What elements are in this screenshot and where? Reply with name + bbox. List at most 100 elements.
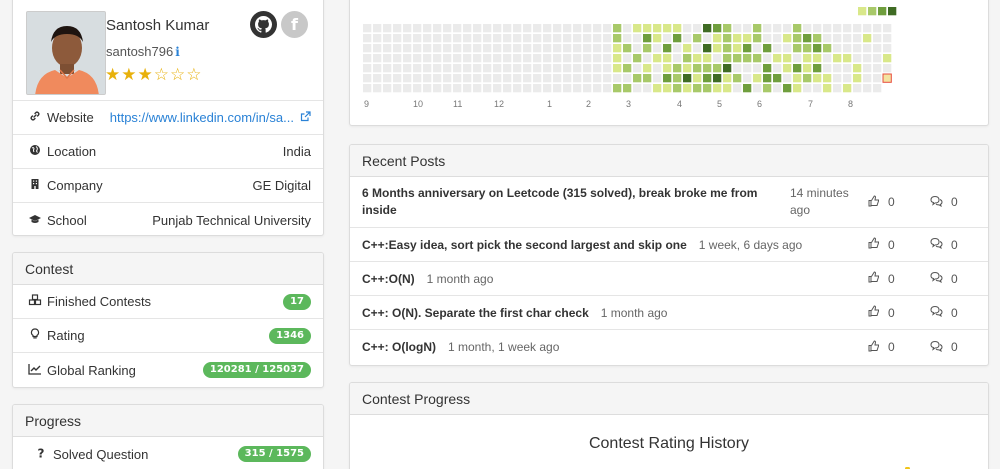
heatmap-cell[interactable] bbox=[443, 64, 452, 73]
heatmap-cell[interactable] bbox=[593, 44, 602, 53]
heatmap-cell[interactable] bbox=[863, 24, 872, 33]
heatmap-cell[interactable] bbox=[723, 24, 732, 33]
heatmap-cell[interactable] bbox=[453, 84, 462, 93]
heatmap-cell[interactable] bbox=[613, 44, 622, 53]
post-item[interactable]: C++:Easy idea, sort pick the second larg… bbox=[350, 228, 988, 262]
heatmap-cell[interactable] bbox=[783, 34, 792, 43]
heatmap-cell[interactable] bbox=[623, 64, 632, 73]
heatmap-cell[interactable] bbox=[683, 24, 692, 33]
heatmap-cell[interactable] bbox=[683, 74, 692, 83]
heatmap-cell[interactable] bbox=[633, 84, 642, 93]
heatmap-cell[interactable] bbox=[523, 64, 532, 73]
heatmap-cell[interactable] bbox=[713, 34, 722, 43]
heatmap-cell[interactable] bbox=[533, 54, 542, 63]
heatmap-cell[interactable] bbox=[883, 34, 892, 43]
heatmap-cell[interactable] bbox=[363, 84, 372, 93]
heatmap-cell[interactable] bbox=[383, 44, 392, 53]
heatmap-cell[interactable] bbox=[593, 54, 602, 63]
heatmap-cell[interactable] bbox=[843, 84, 852, 93]
heatmap-cell[interactable] bbox=[363, 74, 372, 83]
heatmap-cell[interactable] bbox=[373, 34, 382, 43]
heatmap-cell[interactable] bbox=[623, 24, 632, 33]
heatmap-cell[interactable] bbox=[583, 54, 592, 63]
heatmap-cell[interactable] bbox=[633, 64, 642, 73]
heatmap-cell[interactable] bbox=[553, 34, 562, 43]
heatmap-cell[interactable] bbox=[783, 84, 792, 93]
heatmap-cell[interactable] bbox=[473, 64, 482, 73]
heatmap-cell[interactable] bbox=[803, 54, 812, 63]
heatmap-cell[interactable] bbox=[373, 74, 382, 83]
heatmap-cell[interactable] bbox=[453, 44, 462, 53]
post-likes[interactable]: 0 bbox=[868, 305, 895, 320]
heatmap-cell[interactable] bbox=[523, 24, 532, 33]
heatmap-cell[interactable] bbox=[763, 84, 772, 93]
heatmap-cell[interactable] bbox=[683, 44, 692, 53]
heatmap-cell[interactable] bbox=[473, 74, 482, 83]
heatmap-cell[interactable] bbox=[553, 84, 562, 93]
post-title[interactable]: C++:O(N) bbox=[362, 272, 415, 286]
heatmap-cell[interactable] bbox=[793, 34, 802, 43]
heatmap-cell[interactable] bbox=[643, 74, 652, 83]
github-icon[interactable] bbox=[250, 11, 277, 38]
heatmap-cell[interactable] bbox=[813, 34, 822, 43]
heatmap-cell[interactable] bbox=[613, 64, 622, 73]
heatmap-cell[interactable] bbox=[833, 64, 842, 73]
heatmap-cell[interactable] bbox=[433, 24, 442, 33]
post-title[interactable]: C++: O(N). Separate the first char check bbox=[362, 306, 589, 320]
heatmap-cell[interactable] bbox=[583, 44, 592, 53]
heatmap-cell[interactable] bbox=[603, 54, 612, 63]
heatmap-cell[interactable] bbox=[703, 34, 712, 43]
heatmap-cell[interactable] bbox=[803, 44, 812, 53]
heatmap-cell[interactable] bbox=[583, 84, 592, 93]
heatmap-cell[interactable] bbox=[523, 54, 532, 63]
heatmap-cell[interactable] bbox=[663, 54, 672, 63]
post-comments[interactable]: 0 bbox=[930, 195, 958, 210]
heatmap-cell[interactable] bbox=[483, 44, 492, 53]
heatmap-cell[interactable] bbox=[703, 64, 712, 73]
heatmap-cell[interactable] bbox=[443, 44, 452, 53]
post-item[interactable]: C++: O(N). Separate the first char check… bbox=[350, 296, 988, 330]
heatmap-cell[interactable] bbox=[693, 74, 702, 83]
heatmap-cell[interactable] bbox=[453, 74, 462, 83]
heatmap-cell[interactable] bbox=[493, 44, 502, 53]
heatmap-cell[interactable] bbox=[453, 54, 462, 63]
heatmap-cell[interactable] bbox=[603, 44, 612, 53]
heatmap-cell[interactable] bbox=[493, 84, 502, 93]
heatmap-cell[interactable] bbox=[493, 34, 502, 43]
heatmap-cell[interactable] bbox=[463, 74, 472, 83]
heatmap-cell[interactable] bbox=[533, 84, 542, 93]
heatmap-cell[interactable] bbox=[713, 24, 722, 33]
heatmap-cell[interactable] bbox=[523, 44, 532, 53]
heatmap-cell[interactable] bbox=[573, 24, 582, 33]
heatmap-cell[interactable] bbox=[593, 74, 602, 83]
heatmap-cell[interactable] bbox=[493, 64, 502, 73]
heatmap-cell[interactable] bbox=[723, 74, 732, 83]
heatmap-cell[interactable] bbox=[573, 54, 582, 63]
heatmap-cell[interactable] bbox=[413, 84, 422, 93]
heatmap-cell[interactable] bbox=[493, 74, 502, 83]
heatmap-cell[interactable] bbox=[413, 74, 422, 83]
heatmap-cell[interactable] bbox=[833, 84, 842, 93]
heatmap-cell[interactable] bbox=[713, 44, 722, 53]
heatmap-cell[interactable] bbox=[882, 73, 892, 83]
heatmap-cell[interactable] bbox=[843, 24, 852, 33]
heatmap-cell[interactable] bbox=[603, 64, 612, 73]
heatmap-cell[interactable] bbox=[743, 74, 752, 83]
heatmap-cell[interactable] bbox=[423, 74, 432, 83]
heatmap-cell[interactable] bbox=[423, 84, 432, 93]
heatmap-cell[interactable] bbox=[753, 44, 762, 53]
heatmap-cell[interactable] bbox=[453, 24, 462, 33]
heatmap-cell[interactable] bbox=[803, 34, 812, 43]
heatmap-cell[interactable] bbox=[813, 74, 822, 83]
heatmap-cell[interactable] bbox=[703, 44, 712, 53]
heatmap-cell[interactable] bbox=[373, 44, 382, 53]
heatmap-cell[interactable] bbox=[463, 54, 472, 63]
heatmap-cell[interactable] bbox=[543, 44, 552, 53]
heatmap-cell[interactable] bbox=[843, 64, 852, 73]
heatmap-cell[interactable] bbox=[753, 24, 762, 33]
heatmap-cell[interactable] bbox=[513, 44, 522, 53]
heatmap-cell[interactable] bbox=[833, 54, 842, 63]
info-icon[interactable]: i bbox=[175, 45, 180, 59]
post-comments[interactable]: 0 bbox=[930, 271, 958, 286]
heatmap-cell[interactable] bbox=[653, 64, 662, 73]
